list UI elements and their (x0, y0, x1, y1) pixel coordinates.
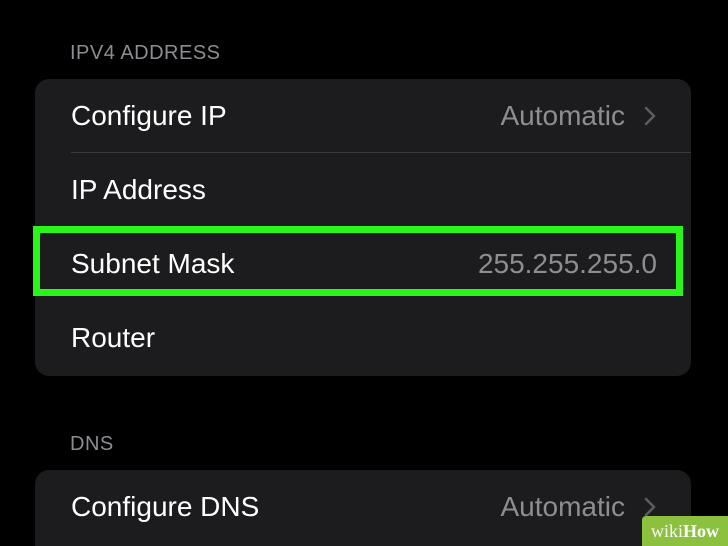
chevron-right-icon (644, 497, 656, 517)
subnet-mask-row[interactable]: Subnet Mask 255.255.255.0 (35, 227, 691, 301)
configure-ip-value: Automatic (500, 100, 626, 131)
subnet-mask-value: 255.255.255.0 (477, 248, 657, 279)
watermark-wiki-text: wiki (650, 520, 683, 541)
ipv4-settings-group: Configure IP Automatic IP Address Subnet… (35, 79, 691, 376)
configure-dns-label: Configure DNS (71, 491, 260, 522)
router-row[interactable]: Router (35, 301, 691, 375)
wikihow-watermark: wiki How (642, 516, 728, 546)
ip-address-row[interactable]: IP Address (35, 153, 691, 227)
subnet-mask-label: Subnet Mask (71, 248, 235, 279)
configure-ip-row[interactable]: Configure IP Automatic (35, 79, 691, 153)
configure-dns-row[interactable]: Configure DNS Automatic (35, 470, 691, 544)
configure-dns-value: Automatic (500, 491, 626, 522)
watermark-how-text: How (683, 520, 719, 541)
dns-settings-group: Configure DNS Automatic (35, 470, 691, 546)
ipv4-section-header: IPV4 ADDRESS (70, 42, 221, 64)
router-label: Router (71, 322, 156, 353)
dns-section-header: DNS (70, 433, 114, 455)
configure-ip-label: Configure IP (71, 100, 227, 131)
ip-address-label: IP Address (71, 174, 206, 205)
chevron-right-icon (644, 106, 656, 126)
